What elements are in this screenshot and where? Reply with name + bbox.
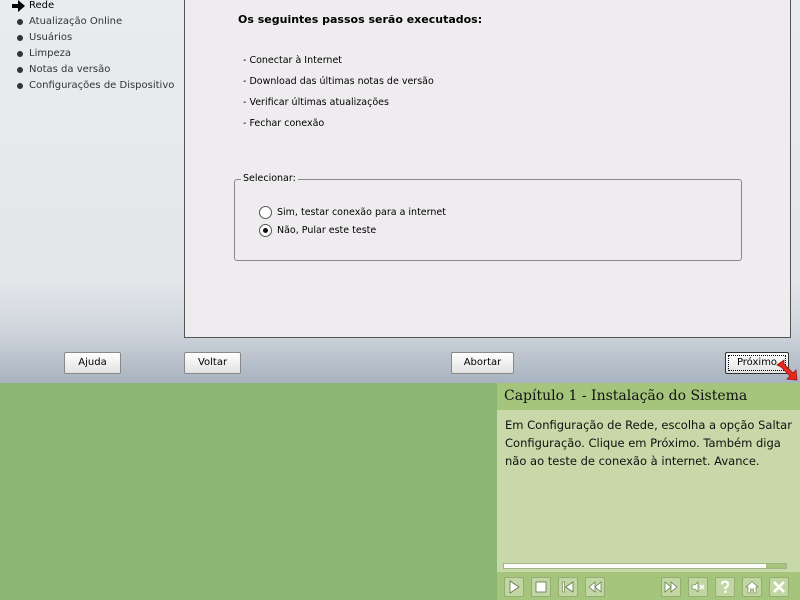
steps-sidebar: Rede Atualização Online Usuários Limpeza… — [0, 0, 184, 340]
bullet-icon — [17, 51, 23, 57]
rewind-icon — [588, 581, 602, 593]
radio-label[interactable]: Sim, testar conexão para a internet — [277, 206, 446, 219]
tutorial-panel: Capítulo 1 - Instalação do Sistema Em Co… — [497, 383, 800, 600]
skip-back-button[interactable] — [558, 577, 578, 597]
sidebar-item-label: Notas da versão — [29, 64, 111, 75]
select-group-legend: Selecionar: — [241, 173, 298, 184]
tutorial-progress-remaining — [766, 564, 786, 568]
abort-button[interactable]: Abortar — [451, 352, 514, 374]
bullet-icon — [17, 19, 23, 25]
tutorial-title: Capítulo 1 - Instalação do Sistema — [497, 383, 800, 410]
home-button[interactable] — [742, 577, 762, 597]
planned-step: - Conectar à Internet — [243, 55, 343, 66]
help-button[interactable]: Ajuda — [64, 352, 121, 374]
current-step-arrow-icon — [12, 0, 25, 12]
play-button[interactable] — [504, 577, 524, 597]
stop-button[interactable] — [531, 577, 551, 597]
fast-forward-icon — [664, 581, 678, 593]
planned-step: - Verificar últimas atualizações — [243, 97, 389, 108]
tutorial-controls — [497, 572, 800, 600]
tutorial-body-text: Em Configuração de Rede, escolha a opção… — [505, 418, 792, 468]
planned-step: - Fechar conexão — [243, 118, 325, 129]
page-title: Os seguintes passos serão executados: — [238, 13, 483, 26]
sidebar-item-label: Atualização Online — [29, 16, 123, 27]
close-button[interactable] — [769, 577, 789, 597]
stop-icon — [535, 581, 547, 593]
mute-icon — [691, 581, 705, 593]
select-groupbox: Selecionar: Sim, testar conexão para a i… — [234, 173, 742, 261]
play-icon — [509, 580, 520, 594]
rewind-button[interactable] — [585, 577, 605, 597]
close-icon — [773, 581, 785, 593]
tutorial-progress-fill — [504, 564, 767, 568]
sidebar-item-label: Configurações de Dispositivo — [29, 80, 175, 91]
bullet-icon — [17, 83, 23, 89]
radio-label[interactable]: Não, Pular este teste — [277, 224, 376, 237]
tutorial-progress-bar[interactable] — [503, 563, 787, 569]
fast-forward-button[interactable] — [661, 577, 681, 597]
sidebar-item-label: Limpeza — [29, 48, 71, 59]
bullet-icon — [17, 67, 23, 73]
help-control-button[interactable] — [715, 577, 735, 597]
radio-button[interactable] — [259, 224, 272, 237]
sidebar-item-label: Usuários — [29, 32, 73, 43]
skip-back-icon — [562, 581, 574, 593]
content-panel: Os seguintes passos serão executados: - … — [184, 0, 791, 338]
red-pointer-arrow-icon — [776, 359, 798, 381]
sidebar-item-label: Rede — [29, 0, 55, 11]
radio-button[interactable] — [259, 206, 272, 219]
installer-window: Rede Atualização Online Usuários Limpeza… — [0, 0, 800, 383]
help-icon — [721, 580, 730, 593]
home-icon — [745, 581, 759, 594]
mute-button[interactable] — [688, 577, 708, 597]
bullet-icon — [17, 35, 23, 41]
planned-step: - Download das últimas notas de versão — [243, 76, 434, 87]
back-button[interactable]: Voltar — [184, 352, 241, 374]
